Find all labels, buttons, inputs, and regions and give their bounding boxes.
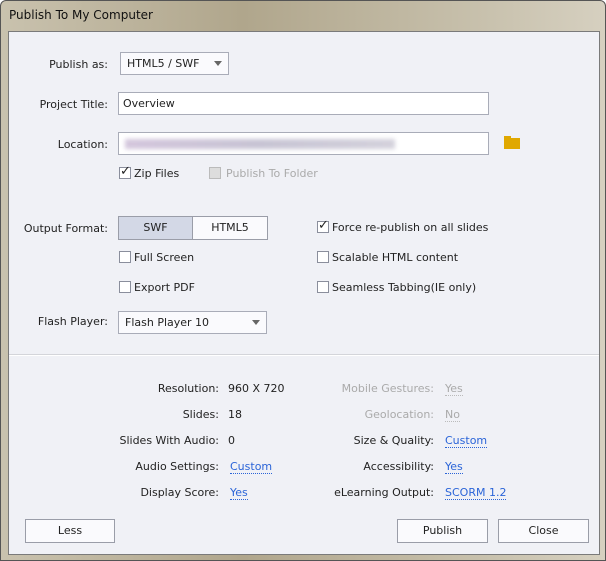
force-republish-label: Force re-publish on all slides [332,221,489,234]
size-quality-link[interactable]: Custom [445,434,488,448]
divider [9,354,599,356]
slides-with-audio-value: 0 [228,434,235,447]
location-input[interactable] [118,132,489,155]
publish-to-folder-checkbox[interactable] [209,167,221,179]
chevron-down-icon [252,320,260,325]
display-score-label: Display Score: [140,486,219,499]
resolution-label: Resolution: [157,382,219,395]
audio-settings-link[interactable]: Custom [230,460,273,474]
publish-as-select[interactable]: HTML5 / SWF [120,52,229,75]
publish-as-label: Publish as: [49,58,108,71]
full-screen-checkbox[interactable] [119,251,131,263]
resolution-value: 960 X 720 [228,382,285,395]
output-format-label: Output Format: [23,222,108,235]
full-screen-label: Full Screen [134,251,195,264]
flash-player-value: Flash Player 10 [125,316,210,329]
slides-value: 18 [228,408,242,421]
scalable-html-checkbox[interactable] [317,251,329,263]
geolocation-link: No [445,408,460,422]
elearning-output-link[interactable]: SCORM 1.2 [445,486,507,500]
location-blurred-path [125,139,395,149]
seamless-tabbing-label: Seamless Tabbing(IE only) [332,281,477,294]
zip-files-label: Zip Files [134,167,180,180]
export-pdf-label: Export PDF [134,281,195,294]
output-format-html5[interactable]: HTML5 [192,216,268,240]
folder-icon[interactable] [504,136,520,149]
location-label: Location: [57,138,108,151]
slides-label: Slides: [182,408,219,421]
mobile-gestures-link: Yes [445,382,463,396]
chevron-down-icon [214,61,222,66]
flash-player-select[interactable]: Flash Player 10 [118,311,267,334]
elearning-output-label: eLearning Output: [334,486,434,499]
export-pdf-checkbox[interactable] [119,281,131,293]
project-title-value: Overview [123,97,175,110]
project-title-label: Project Title: [39,98,108,111]
size-quality-label: Size & Quality: [353,434,434,447]
accessibility-link[interactable]: Yes [445,460,463,474]
mobile-gestures-label: Mobile Gestures: [341,382,434,395]
zip-files-checkbox[interactable]: ✓ [119,164,131,179]
slides-with-audio-label: Slides With Audio: [119,434,219,447]
publish-to-folder-label: Publish To Folder [226,167,318,180]
accessibility-label: Accessibility: [363,460,434,473]
display-score-link[interactable]: Yes [230,486,248,500]
dialog-window: Publish To My Computer Publish as: HTML5… [0,0,606,561]
window-title: Publish To My Computer [9,8,153,22]
checkmark-icon: ✓ [318,218,329,233]
publish-button[interactable]: Publish [397,519,488,543]
output-format-swf[interactable]: SWF [118,216,193,240]
flash-player-label: Flash Player: [37,315,108,328]
publish-as-value: HTML5 / SWF [127,57,200,70]
force-republish-checkbox[interactable]: ✓ [317,218,329,233]
seamless-tabbing-checkbox[interactable] [317,281,329,293]
close-button[interactable]: Close [498,519,589,543]
scalable-html-label: Scalable HTML content [332,251,459,264]
dialog-panel: Publish as: HTML5 / SWF Project Title: O… [8,31,600,555]
project-title-input[interactable]: Overview [118,92,489,115]
less-button[interactable]: Less [25,519,115,543]
geolocation-label: Geolocation: [364,408,434,421]
checkmark-icon: ✓ [120,164,131,179]
audio-settings-label: Audio Settings: [135,460,219,473]
